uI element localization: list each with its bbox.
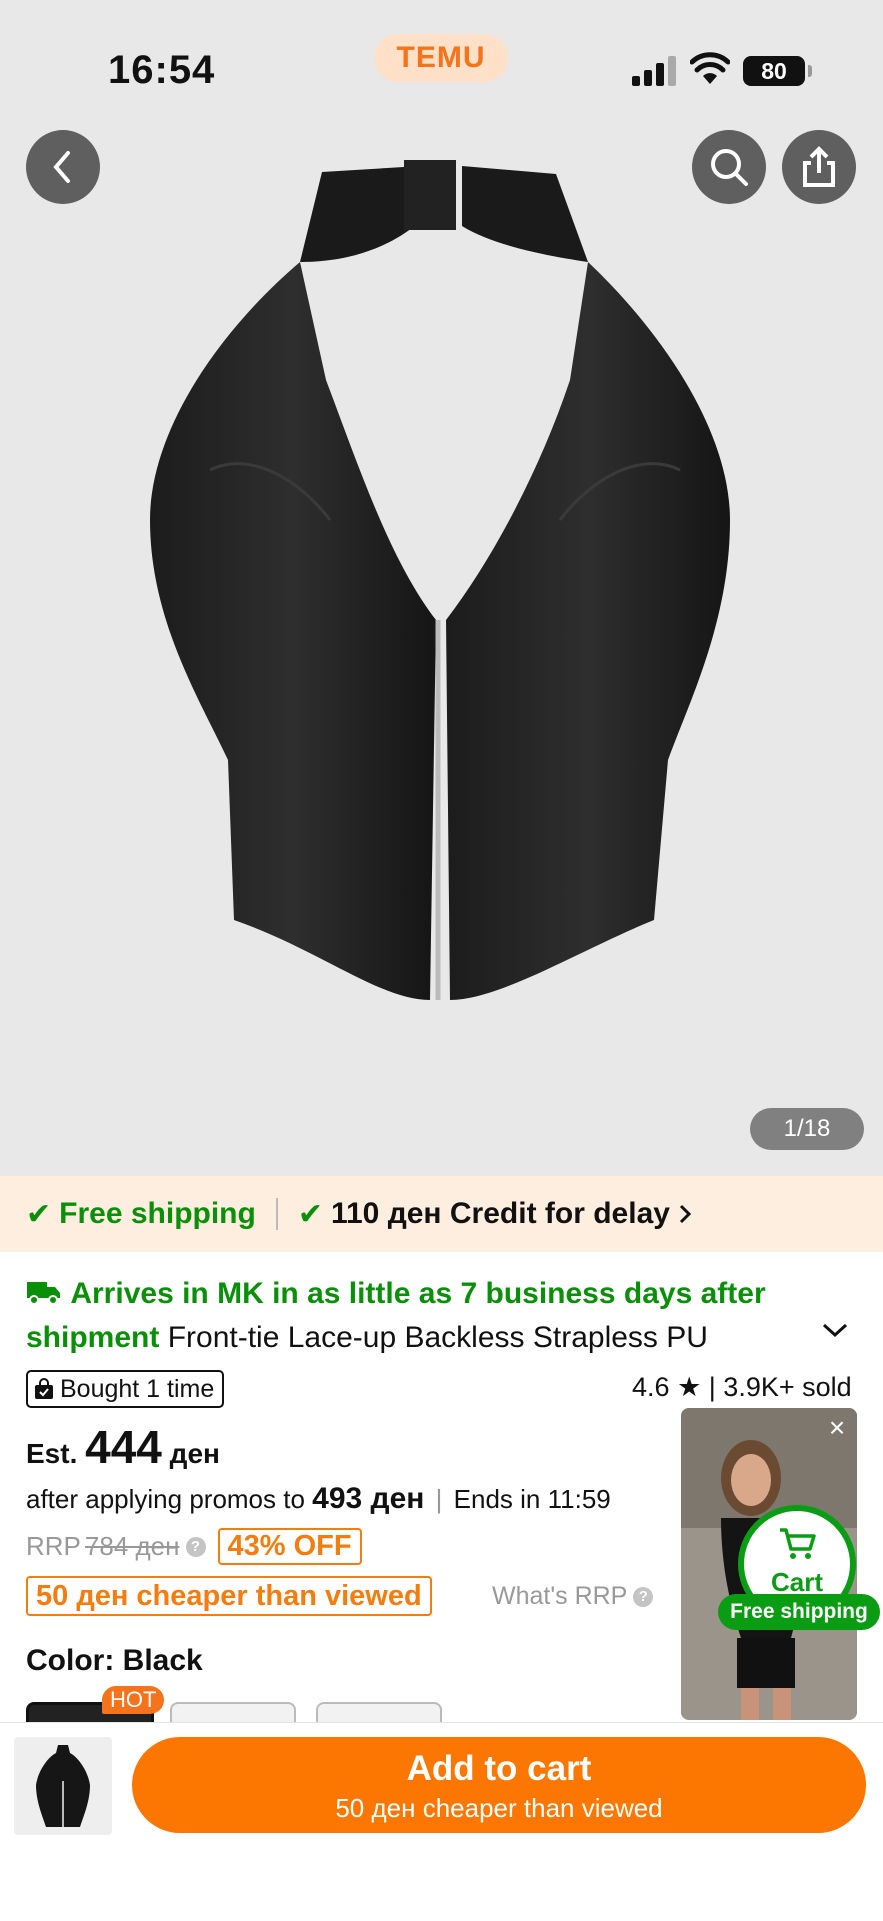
- estimated-price: Est. 444 ден: [26, 1420, 220, 1474]
- promo-prefix: after applying promos to: [26, 1484, 305, 1514]
- color-swatch-3[interactable]: [316, 1702, 442, 1724]
- discount-badge: 43% OFF: [217, 1528, 362, 1565]
- status-time: 16:54: [108, 48, 216, 92]
- bought-label: Bought 1 time: [60, 1374, 215, 1403]
- help-icon: ?: [633, 1587, 654, 1608]
- rrp-line: RRP 784 ден ? 43% OFF: [26, 1528, 362, 1565]
- rating-summary[interactable]: 4.6 ★ | 3.9K+ sold: [632, 1372, 852, 1403]
- cart-icon: [780, 1528, 816, 1559]
- check-icon: ✔: [297, 1197, 323, 1231]
- signal-icon: [632, 56, 676, 86]
- ends-timer: Ends in 11:59: [453, 1484, 611, 1514]
- whats-rrp-link[interactable]: What's RRP?: [492, 1582, 654, 1611]
- whats-rrp-label: What's RRP: [492, 1582, 628, 1610]
- cheaper-badge: 50 ден cheaper than viewed: [26, 1576, 432, 1616]
- product-title: Front-tie Lace-up Backless Strapless PU: [167, 1321, 708, 1354]
- rrp-label: RRP: [26, 1531, 81, 1561]
- shipping-bar[interactable]: ✔ Free shipping ✔ 110 ден Credit for del…: [0, 1176, 883, 1252]
- status-bar: 16:54 TEMU 80: [0, 0, 883, 130]
- color-label: Color: Black: [26, 1644, 203, 1677]
- credit-for-delay-link[interactable]: ✔ 110 ден Credit for delay: [298, 1197, 694, 1232]
- product-thumbnail-image: [36, 1745, 90, 1827]
- est-label: Est.: [26, 1438, 78, 1469]
- est-currency: ден: [169, 1438, 220, 1469]
- chevron-down-icon[interactable]: [820, 1320, 850, 1340]
- rating-value: 4.6: [632, 1372, 670, 1402]
- battery-icon: 80: [743, 56, 812, 86]
- hot-badge: HOT: [102, 1686, 165, 1714]
- credit-label: 110 ден Credit for delay: [330, 1197, 670, 1230]
- search-button[interactable]: [692, 130, 766, 204]
- bottom-action-bar: Add to cart 50 ден cheaper than viewed: [0, 1722, 883, 1921]
- help-icon[interactable]: ?: [185, 1536, 206, 1557]
- bought-badge: Bought 1 time: [26, 1370, 225, 1408]
- star-icon: ★: [677, 1372, 702, 1402]
- product-thumbnail[interactable]: [14, 1737, 112, 1835]
- free-shipping-badge: ✔ Free shipping: [26, 1197, 256, 1232]
- product-title-block[interactable]: Arrives in MK in as little as 7 business…: [26, 1272, 846, 1360]
- share-icon: [803, 146, 835, 187]
- free-shipping-label: Free shipping: [59, 1197, 256, 1230]
- cart-free-shipping-badge: Free shipping: [718, 1594, 880, 1630]
- est-price-value: 444: [85, 1421, 162, 1473]
- add-to-cart-button[interactable]: Add to cart 50 ден cheaper than viewed: [132, 1737, 866, 1833]
- share-button[interactable]: [782, 130, 856, 204]
- check-icon: ✔: [26, 1197, 52, 1231]
- promo-line: after applying promos to 493 ден | Ends …: [26, 1482, 611, 1515]
- add-to-cart-label: Add to cart: [406, 1749, 592, 1788]
- sold-count: | 3.9K+ sold: [708, 1372, 852, 1402]
- back-button[interactable]: [26, 130, 100, 204]
- delivery-truck-icon: [27, 1282, 60, 1305]
- color-swatch-2[interactable]: [170, 1702, 296, 1724]
- chevron-left-icon: [53, 151, 70, 183]
- brand-logo: TEMU: [374, 34, 508, 82]
- add-to-cart-sublabel: 50 ден cheaper than viewed: [335, 1793, 663, 1823]
- product-image-gallery[interactable]: 16:54 TEMU 80 1/18: [0, 0, 883, 1176]
- close-icon[interactable]: ×: [823, 1414, 851, 1442]
- chevron-right-icon: [679, 1204, 692, 1224]
- divider: [275, 1198, 278, 1230]
- wifi-icon: [690, 52, 730, 84]
- shopping-bag-icon: [35, 1378, 53, 1399]
- rrp-price: 784 ден: [84, 1531, 180, 1561]
- promo-price: 493 ден: [312, 1482, 425, 1515]
- search-icon: [711, 149, 748, 186]
- gallery-counter: 1/18: [750, 1108, 864, 1150]
